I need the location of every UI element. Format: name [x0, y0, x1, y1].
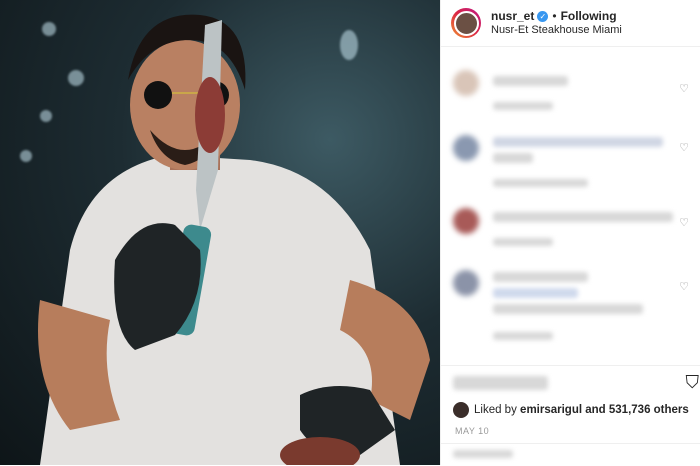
blurred-text [493, 212, 673, 222]
photo-illustration [38, 14, 430, 465]
blurred-text [493, 332, 553, 340]
blurred-text [493, 137, 663, 147]
verified-badge-icon: ✓ [537, 10, 549, 22]
heart-icon[interactable]: ♡ [679, 280, 689, 293]
liked-by-user-link[interactable]: emirsarigul [520, 404, 582, 416]
comments-panel: nusr_et ✓ • Following Nusr-Et Steakhouse… [440, 0, 700, 465]
post-header: nusr_et ✓ • Following Nusr-Et Steakhouse… [441, 0, 700, 47]
commenter-avatar [453, 208, 479, 234]
action-bar: ⛉ [441, 365, 700, 400]
header-text: nusr_et ✓ • Following Nusr-Et Steakhouse… [491, 9, 622, 37]
post-photo[interactable] [0, 0, 440, 465]
liker-avatar[interactable] [453, 402, 469, 418]
commenter-avatar [453, 135, 479, 161]
username-link[interactable]: nusr_et [491, 9, 534, 23]
heart-icon[interactable]: ♡ [679, 216, 689, 229]
blurred-text [493, 76, 568, 86]
commenter-avatar [453, 70, 479, 96]
likes-summary: Liked by emirsarigul and 531,736 others [453, 402, 689, 418]
blurred-text [493, 272, 588, 282]
blurred-text [493, 238, 553, 246]
separator-dot: • [552, 9, 557, 23]
comment-item: ♡ [453, 133, 693, 198]
blurred-text [493, 153, 533, 163]
blurred-action-icons [453, 376, 548, 390]
comment-item: ♡ [453, 208, 693, 258]
bookmark-icon[interactable]: ⛉ [686, 372, 700, 393]
blurred-text [493, 102, 553, 110]
blurred-text [493, 179, 588, 187]
blurred-text [493, 288, 578, 298]
commenter-avatar [453, 270, 479, 296]
comment-item: ♡ [453, 268, 693, 348]
blurred-text [493, 304, 643, 314]
location-link[interactable]: Nusr-Et Steakhouse Miami [491, 23, 622, 37]
comment-item: ♡ [453, 70, 693, 120]
follow-status-button[interactable]: Following [561, 9, 617, 23]
profile-avatar[interactable] [451, 8, 481, 38]
blurred-text [453, 450, 513, 458]
post-date[interactable]: MAY 10 [455, 426, 489, 436]
add-comment-area[interactable] [441, 443, 700, 466]
likes-count[interactable]: and 531,736 others [585, 404, 689, 416]
heart-icon[interactable]: ♡ [679, 82, 689, 95]
liked-by-prefix: Liked by [474, 404, 517, 416]
heart-icon[interactable]: ♡ [679, 141, 689, 154]
